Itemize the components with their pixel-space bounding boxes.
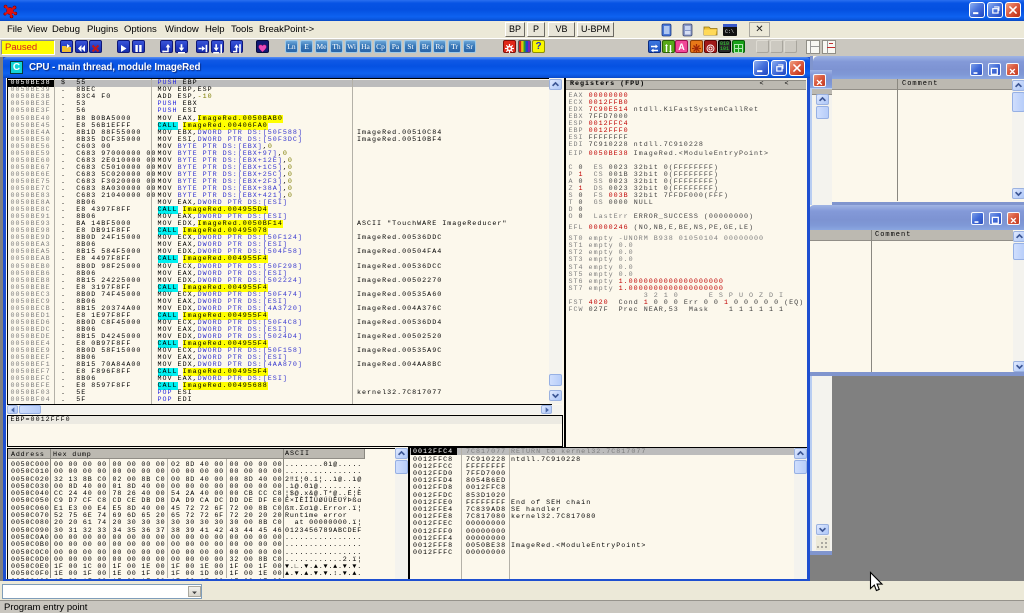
svg-text:C:\: C:\ bbox=[725, 29, 734, 35]
